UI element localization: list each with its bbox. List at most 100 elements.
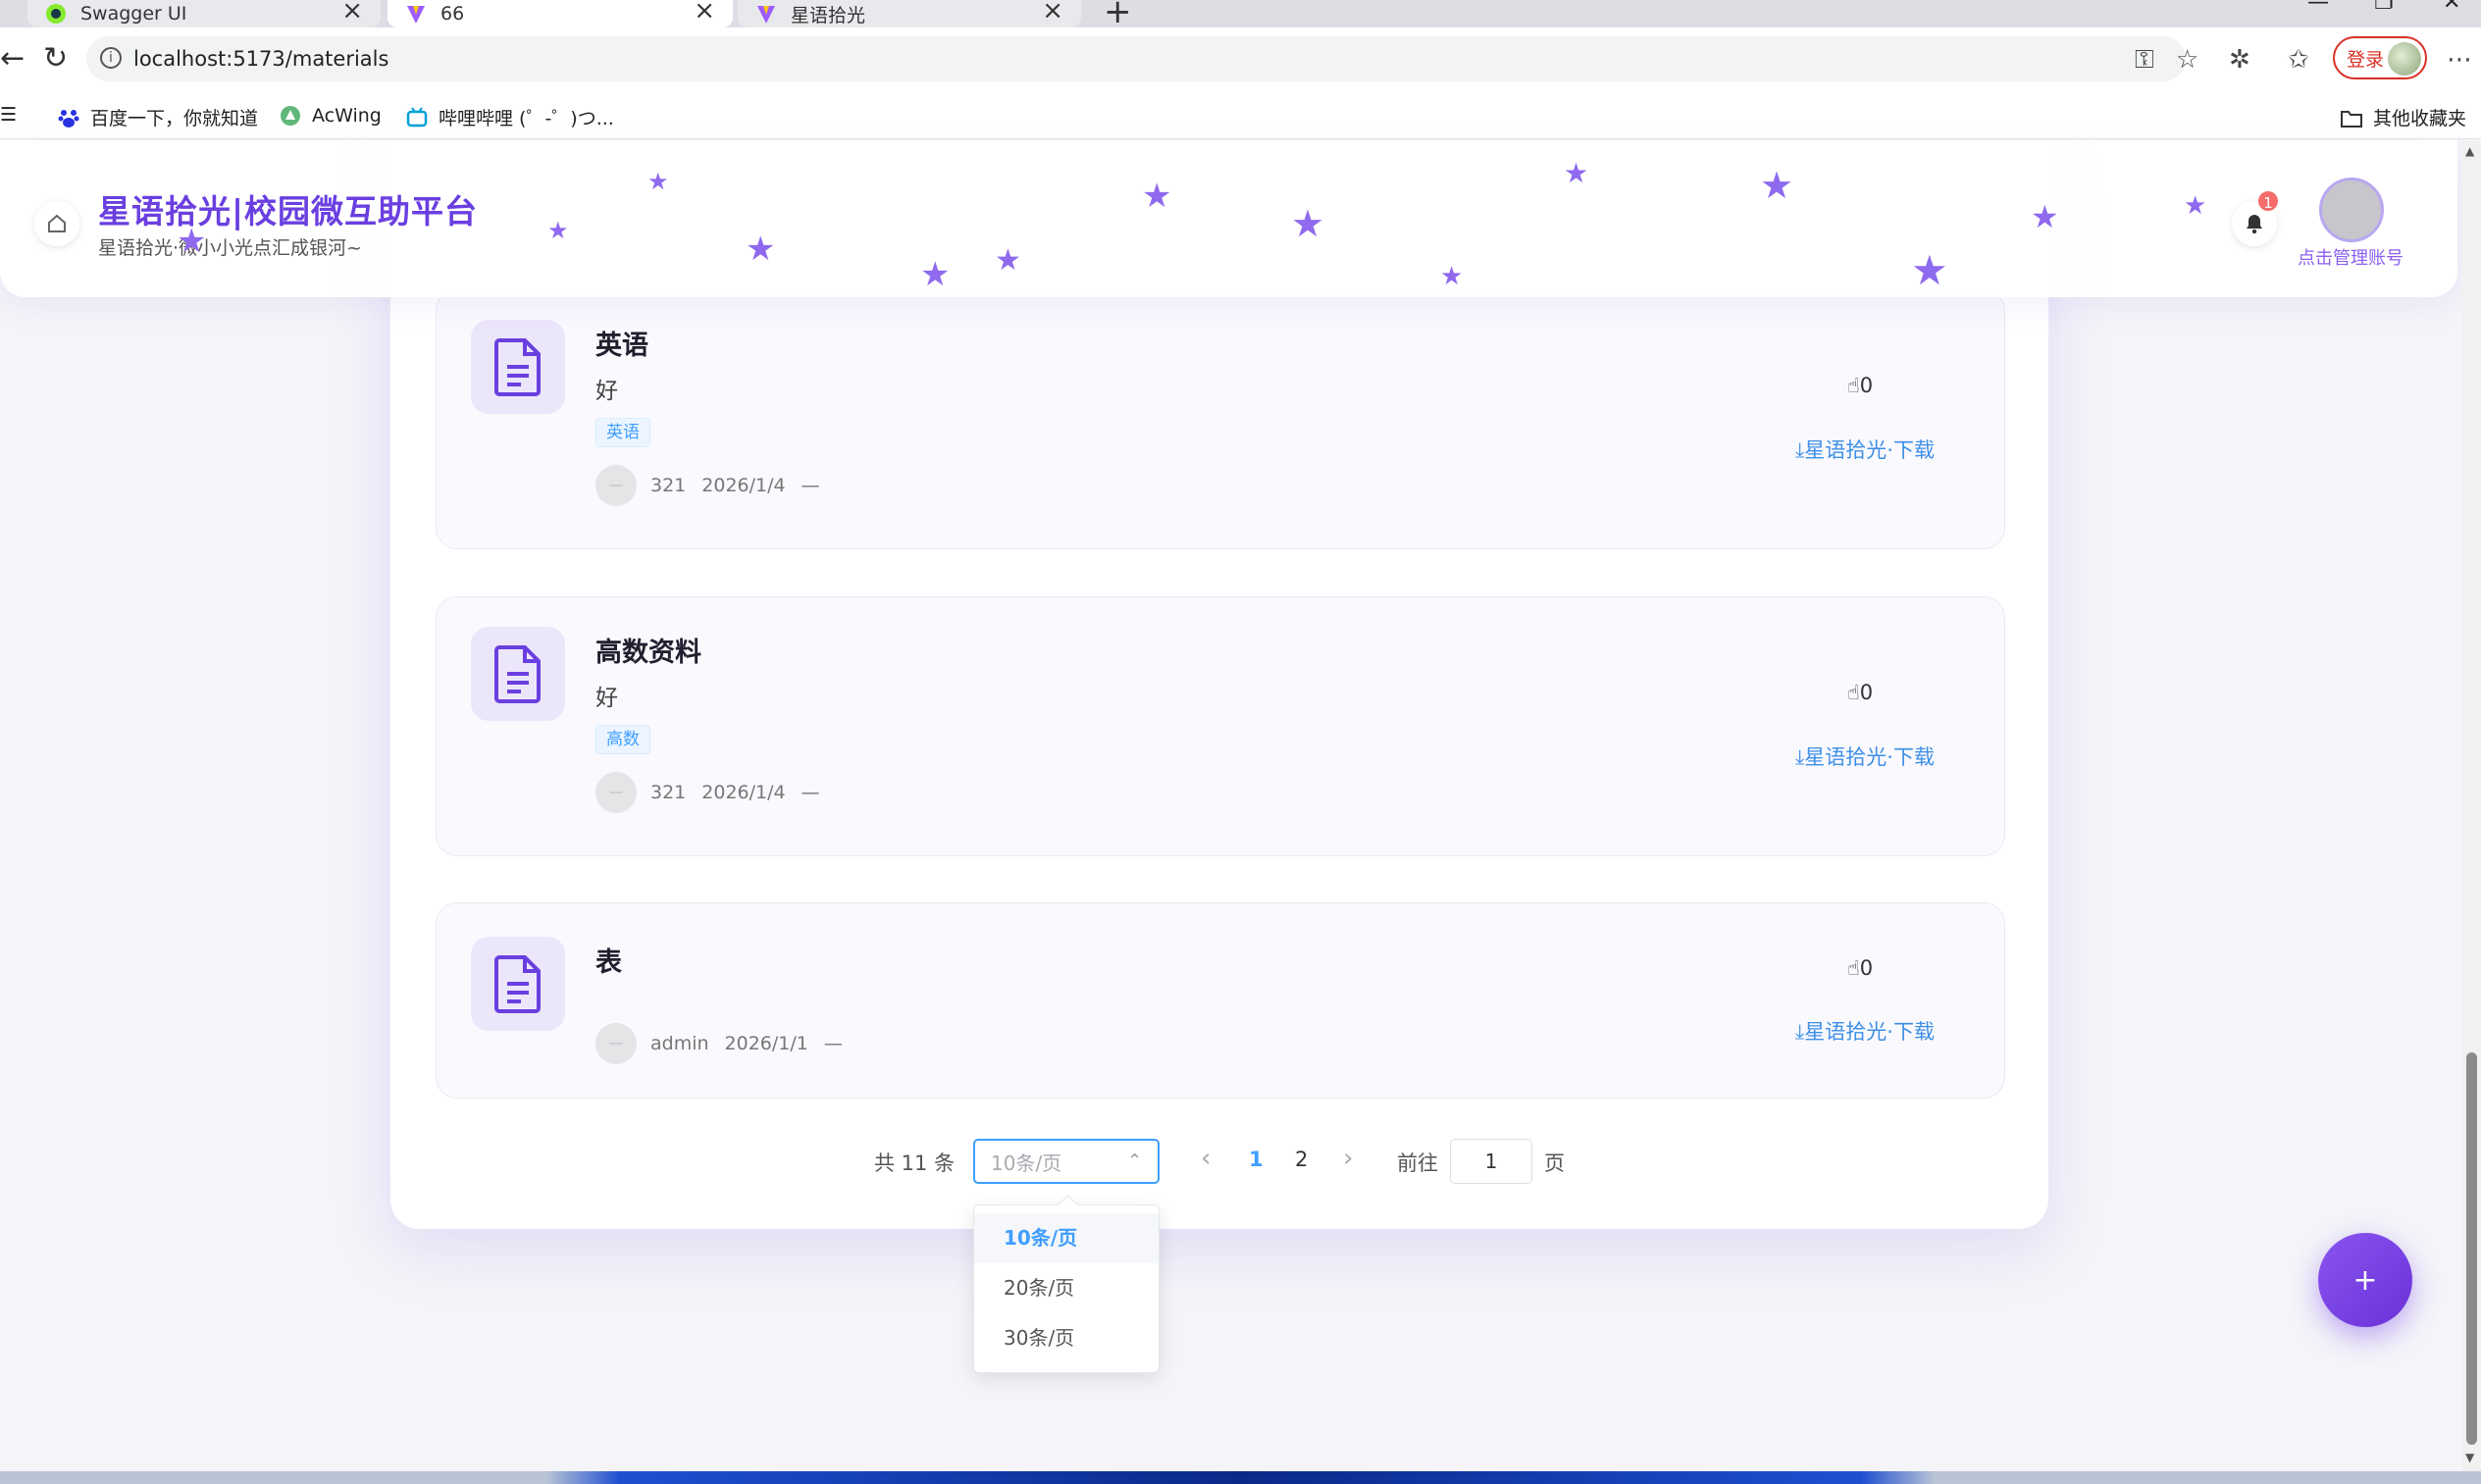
download-link[interactable]: ⤓星语拾光·下载 bbox=[1795, 435, 1935, 464]
scroll-down-icon[interactable]: ▼ bbox=[2465, 1451, 2474, 1464]
download-link[interactable]: ⤓星语拾光·下载 bbox=[1795, 1016, 1935, 1046]
material-title[interactable]: 高数资料 bbox=[595, 631, 701, 669]
star-decoration-icon: ★ bbox=[177, 222, 207, 261]
bookmark-label: AcWing bbox=[312, 105, 382, 127]
like-button[interactable]: ☝ 0 bbox=[1847, 374, 1873, 397]
like-button[interactable]: ☝ 0 bbox=[1847, 681, 1873, 704]
material-tag: 英语 bbox=[595, 418, 650, 447]
user-avatar[interactable] bbox=[2319, 178, 2384, 242]
like-count: 0 bbox=[1859, 956, 1874, 980]
scroll-up-icon[interactable]: ▲ bbox=[2465, 144, 2474, 158]
page-size-option-20[interactable]: 20条/页 bbox=[974, 1263, 1159, 1313]
prev-page-icon[interactable]: ‹ bbox=[1201, 1144, 1211, 1173]
browser-tabstrip: Swagger UI × 66 × 星语拾光 × + — ❐ ✕ bbox=[0, 0, 2481, 31]
close-tab-icon[interactable]: × bbox=[1042, 0, 1063, 26]
next-page-icon[interactable]: › bbox=[1343, 1144, 1353, 1173]
like-button[interactable]: ☝ 0 bbox=[1847, 956, 1873, 980]
tab-title: 星语拾光 bbox=[791, 4, 866, 26]
page-size-dropdown: 10条/页 20条/页 30条/页 bbox=[973, 1204, 1160, 1373]
bookmark-label: 哔哩哔哩 (゜-゜)つ... bbox=[439, 108, 614, 129]
notification-badge: 1 bbox=[2256, 189, 2280, 213]
close-tab-icon[interactable]: × bbox=[694, 0, 715, 26]
bookmark-bilibili[interactable]: 哔哩哔哩 (゜-゜)つ... bbox=[405, 104, 614, 130]
star-decoration-icon: ★ bbox=[1291, 202, 1325, 245]
thumbs-up-icon: ☝ bbox=[1847, 374, 1860, 397]
scroll-thumb[interactable] bbox=[2466, 1052, 2477, 1445]
back-icon[interactable]: ← bbox=[0, 41, 25, 76]
vite-favicon-icon bbox=[755, 3, 777, 25]
author-name: admin bbox=[650, 1033, 709, 1054]
site-info-icon[interactable]: i bbox=[100, 47, 122, 69]
material-item[interactable]: 英语 好 英语 — 321 2026/1/4 — ☝ 0 ⤓星语拾光·下载 bbox=[436, 289, 2005, 549]
star-decoration-icon: ★ bbox=[2184, 191, 2207, 221]
site-subtitle: 星语拾光·微小小光点汇成银河~ bbox=[98, 237, 362, 259]
document-icon bbox=[471, 627, 565, 721]
other-bookmarks-folder[interactable]: 其他收藏夹 bbox=[2340, 104, 2466, 130]
tab-66[interactable]: 66 × bbox=[388, 0, 733, 27]
favorite-star-icon[interactable]: ☆ bbox=[2176, 45, 2198, 75]
material-item[interactable]: 高数资料 好 高数 — 321 2026/1/4 — ☝ 0 ⤓星语拾光·下载 bbox=[436, 596, 2005, 856]
site-title[interactable]: 星语拾光|校园微互助平台 bbox=[98, 185, 478, 232]
author-avatar: — bbox=[595, 465, 637, 506]
more-menu-icon[interactable]: ⋯ bbox=[2447, 45, 2472, 75]
extensions-icon[interactable]: ✲ bbox=[2229, 45, 2250, 75]
download-link[interactable]: ⤓星语拾光·下载 bbox=[1795, 742, 1935, 771]
manage-account-link[interactable]: 点击管理账号 bbox=[2298, 244, 2403, 270]
download-label: 星语拾光·下载 bbox=[1804, 1020, 1935, 1044]
goto-page-input[interactable] bbox=[1450, 1139, 1532, 1184]
refresh-icon[interactable]: ↻ bbox=[43, 41, 68, 76]
restore-icon[interactable]: ❐ bbox=[2374, 0, 2394, 15]
url-input[interactable]: i localhost:5173/materials bbox=[86, 36, 2186, 81]
tab-title: Swagger UI bbox=[80, 3, 187, 25]
sidebar-toggle-icon[interactable]: ☰ bbox=[0, 104, 17, 126]
page-scrollbar[interactable]: ▲ ▼ bbox=[2462, 140, 2481, 1471]
home-icon bbox=[48, 214, 66, 232]
material-title[interactable]: 表 bbox=[595, 941, 622, 979]
star-decoration-icon: ★ bbox=[647, 168, 669, 195]
login-button[interactable]: 登录 bbox=[2333, 36, 2427, 79]
profile-avatar bbox=[2388, 42, 2421, 76]
close-tab-icon[interactable]: × bbox=[341, 0, 363, 26]
download-label: 星语拾光·下载 bbox=[1804, 438, 1935, 462]
material-meta: — 321 2026/1/4 — bbox=[595, 465, 820, 506]
material-title[interactable]: 英语 bbox=[595, 324, 648, 362]
author-avatar: — bbox=[595, 772, 637, 813]
like-count: 0 bbox=[1859, 681, 1874, 704]
material-item[interactable]: 表 — admin 2026/1/1 — ☝ 0 ⤓星语拾光·下载 bbox=[436, 902, 2005, 1099]
page-size-option-10[interactable]: 10条/页 bbox=[974, 1213, 1159, 1263]
meta-extra: — bbox=[801, 475, 820, 496]
close-window-icon[interactable]: ✕ bbox=[2443, 0, 2460, 15]
page-size-option-30[interactable]: 30条/页 bbox=[974, 1313, 1159, 1363]
thumbs-up-icon: ☝ bbox=[1847, 681, 1860, 704]
meta-extra: — bbox=[823, 1033, 843, 1054]
page-number-1[interactable]: 1 bbox=[1249, 1148, 1264, 1171]
star-decoration-icon: ★ bbox=[746, 230, 776, 269]
baidu-paw-icon bbox=[57, 106, 80, 129]
home-button[interactable] bbox=[34, 201, 79, 246]
address-bar-row: ← ↻ i localhost:5173/materials ⚿ ☆ ✲ ✩ 登… bbox=[0, 27, 2481, 96]
key-icon[interactable]: ⚿ bbox=[2135, 45, 2154, 76]
favorites-icon[interactable]: ✩ bbox=[2288, 45, 2309, 75]
folder-icon bbox=[2340, 106, 2363, 129]
add-material-button[interactable]: + bbox=[2318, 1233, 2412, 1327]
tab-swagger[interactable]: Swagger UI × bbox=[27, 0, 381, 27]
pagination-total: 共 11 条 bbox=[874, 1151, 956, 1175]
page-size-value: 10条/页 bbox=[991, 1151, 1062, 1175]
page-number-2[interactable]: 2 bbox=[1295, 1148, 1308, 1171]
chevron-up-icon: ⌄ bbox=[1126, 1149, 1142, 1169]
star-decoration-icon: ★ bbox=[995, 243, 1021, 278]
url-text: localhost:5173/materials bbox=[133, 47, 389, 71]
download-icon: ⤓ bbox=[1795, 745, 1805, 769]
download-icon: ⤓ bbox=[1795, 1020, 1805, 1044]
upload-date: 2026/1/4 bbox=[701, 475, 786, 496]
bookmark-baidu[interactable]: 百度一下，你就知道 bbox=[57, 104, 258, 130]
meta-extra: — bbox=[801, 782, 820, 803]
minimize-icon[interactable]: — bbox=[2307, 0, 2329, 15]
page-size-select[interactable]: 10条/页 ⌄ bbox=[973, 1139, 1160, 1184]
swagger-favicon-icon bbox=[45, 3, 67, 25]
tab-xingyu[interactable]: 星语拾光 × bbox=[738, 0, 1081, 27]
bookmark-acwing[interactable]: AcWing bbox=[279, 104, 382, 128]
star-decoration-icon: ★ bbox=[1911, 246, 1948, 294]
upload-date: 2026/1/1 bbox=[724, 1033, 808, 1054]
star-decoration-icon: ★ bbox=[920, 255, 951, 294]
